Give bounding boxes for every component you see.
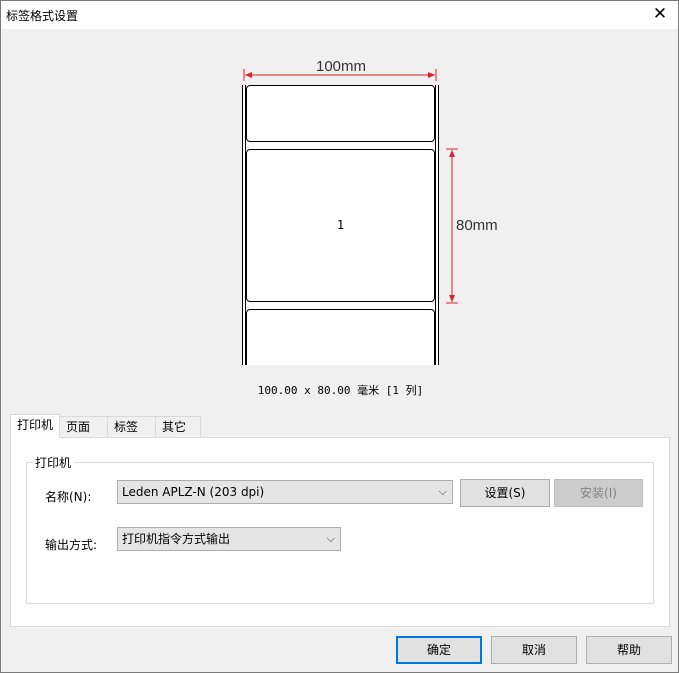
- output-mode-label: 输出方式:: [45, 538, 98, 552]
- label-preview: 1 100mm 80mm 100.00 x 80.00 毫米 [1 列]: [1, 1, 679, 411]
- ok-button[interactable]: 确定: [396, 636, 482, 664]
- tab-label[interactable]: 标签: [107, 416, 157, 438]
- printer-setup-button[interactable]: 设置(S): [460, 479, 550, 507]
- output-mode-value: 打印机指令方式输出: [122, 532, 231, 546]
- width-dimension-label: 100mm: [315, 58, 367, 75]
- printer-name-value: Leden APLZ-N (203 dpi): [122, 485, 265, 499]
- height-dimension-label: 80mm: [456, 217, 498, 234]
- chevron-down-icon: ⌵: [326, 532, 335, 545]
- height-arrow-top: [449, 150, 455, 157]
- cancel-button[interactable]: 取消: [491, 636, 577, 664]
- tab-page[interactable]: 页面: [59, 416, 109, 438]
- width-arrow-right: [428, 72, 435, 78]
- printer-name-select[interactable]: Leden APLZ-N (203 dpi) ⌵: [117, 480, 453, 504]
- label-format-dialog: 标签格式设置 ✕ 1 100mm 80mm 100.00 x 80.00 毫米 …: [0, 0, 679, 673]
- help-button[interactable]: 帮助: [586, 636, 672, 664]
- tab-printer[interactable]: 打印机: [10, 414, 60, 438]
- printer-tab-panel: 打印机 名称(N): Leden APLZ-N (203 dpi) ⌵ 设置(S…: [10, 437, 670, 627]
- width-arrow-left: [245, 72, 252, 78]
- chevron-down-icon: ⌵: [438, 485, 447, 498]
- printer-name-label: 名称(N):: [45, 490, 92, 504]
- output-mode-select[interactable]: 打印机指令方式输出 ⌵: [117, 527, 341, 551]
- printer-group-legend: 打印机: [32, 454, 75, 471]
- printer-install-button: 安装(I): [554, 479, 643, 507]
- tab-other[interactable]: 其它: [155, 416, 201, 438]
- size-summary: 100.00 x 80.00 毫米 [1 列]: [257, 384, 424, 397]
- printer-groupbox: 打印机 名称(N): Leden APLZ-N (203 dpi) ⌵ 设置(S…: [26, 454, 654, 604]
- height-arrow-bottom: [449, 295, 455, 302]
